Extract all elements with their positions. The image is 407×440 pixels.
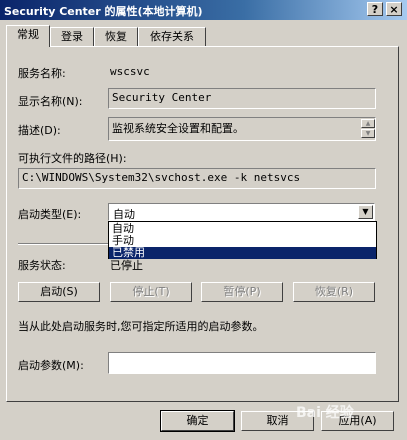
- title-bar: Security Center 的属性(本地计算机) ? ×: [0, 0, 407, 20]
- display-name-label: 显示名称(N):: [18, 95, 83, 108]
- exe-path-field: C:\WINDOWS\System32\svchost.exe -k netsv…: [18, 168, 376, 189]
- tab-dependencies[interactable]: 依存关系: [138, 27, 206, 46]
- watermark: Bai 经验: [296, 405, 354, 421]
- start-params-input[interactable]: [108, 352, 376, 374]
- close-button[interactable]: ×: [386, 2, 402, 16]
- start-params-label: 启动参数(M):: [18, 359, 84, 372]
- pause-button[interactable]: 暂停(P): [201, 282, 283, 302]
- exe-path-label: 可执行文件的路径(H):: [18, 152, 127, 165]
- tab-recovery[interactable]: 恢复: [94, 27, 138, 46]
- display-name-field[interactable]: Security Center: [108, 88, 376, 109]
- startup-type-value: 自动: [113, 208, 135, 221]
- startup-type-select[interactable]: 自动 ▼: [108, 203, 375, 221]
- service-name-value: wscsvc: [110, 65, 150, 78]
- stop-button[interactable]: 停止(T): [110, 282, 192, 302]
- service-status-label: 服务状态:: [18, 259, 66, 272]
- startup-option-auto[interactable]: 自动: [109, 223, 376, 235]
- scroll-up-icon[interactable]: ▲: [361, 119, 375, 128]
- start-params-hint: 当从此处启动服务时,您可指定所适用的启动参数。: [18, 320, 264, 333]
- description-field: 监视系统安全设置和配置。: [108, 117, 376, 141]
- window-title: Security Center 的属性(本地计算机): [4, 5, 203, 18]
- scroll-down-icon[interactable]: ▼: [361, 129, 375, 138]
- service-name-label: 服务名称:: [18, 67, 66, 80]
- tab-logon[interactable]: 登录: [50, 27, 94, 46]
- help-button[interactable]: ?: [367, 2, 383, 16]
- start-button[interactable]: 启动(S): [18, 282, 100, 302]
- tab-general[interactable]: 常规: [6, 25, 50, 47]
- service-status-value: 已停止: [110, 259, 143, 272]
- startup-option-manual[interactable]: 手动: [109, 235, 376, 247]
- resume-button[interactable]: 恢复(R): [293, 282, 375, 302]
- description-value: 监视系统安全设置和配置。: [112, 122, 244, 135]
- ok-button[interactable]: 确定: [160, 410, 235, 432]
- startup-type-dropdown: 自动 手动 已禁用: [108, 221, 377, 259]
- startup-type-label: 启动类型(E):: [18, 208, 82, 221]
- chevron-down-icon[interactable]: ▼: [358, 205, 373, 219]
- startup-option-disabled[interactable]: 已禁用: [109, 247, 376, 259]
- description-label: 描述(D):: [18, 124, 61, 137]
